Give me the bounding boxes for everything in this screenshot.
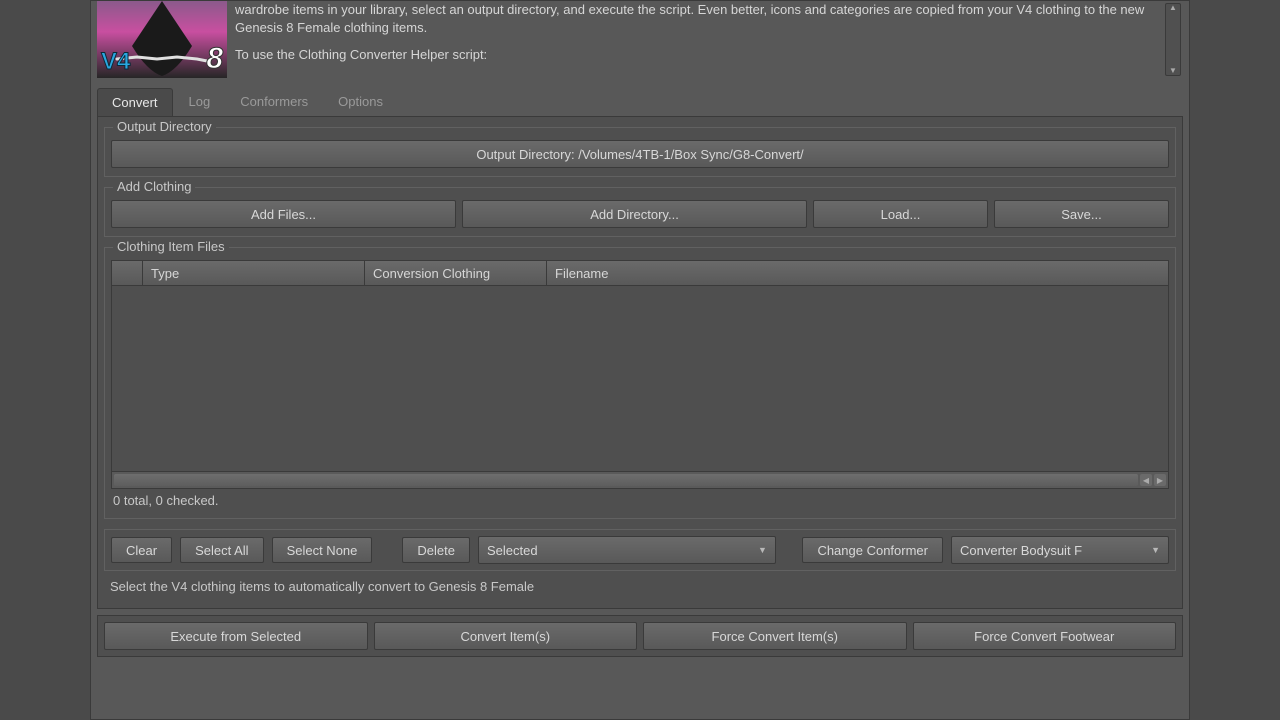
scrollbar-thumb[interactable] [114, 474, 1138, 486]
tab-log[interactable]: Log [175, 88, 225, 116]
description-line1: wardrobe items in your library, select a… [235, 1, 1155, 36]
thumb-label-v4: V4 [101, 48, 130, 76]
clear-button[interactable]: Clear [111, 537, 172, 563]
scroll-left-icon[interactable]: ◀ [1140, 474, 1152, 486]
scroll-up-icon[interactable]: ▲ [1166, 4, 1180, 12]
tab-convert[interactable]: Convert [97, 88, 173, 116]
column-conversion-clothing[interactable]: Conversion Clothing [365, 261, 547, 285]
conformer-value: Converter Bodysuit F [960, 543, 1082, 558]
clothing-files-legend: Clothing Item Files [113, 239, 229, 254]
force-convert-footwear-button[interactable]: Force Convert Footwear [913, 622, 1177, 650]
table-body[interactable] [112, 286, 1168, 471]
chevron-down-icon: ▼ [1151, 545, 1160, 555]
description-text: wardrobe items in your library, select a… [235, 1, 1165, 74]
force-convert-items-button[interactable]: Force Convert Item(s) [643, 622, 907, 650]
tab-conformers[interactable]: Conformers [226, 88, 322, 116]
delete-mode-dropdown[interactable]: Selected ▼ [478, 536, 776, 564]
change-conformer-button[interactable]: Change Conformer [802, 537, 943, 563]
scroll-down-icon[interactable]: ▼ [1166, 67, 1180, 75]
save-button[interactable]: Save... [994, 200, 1169, 228]
column-checkbox[interactable] [112, 261, 143, 285]
select-none-button[interactable]: Select None [272, 537, 373, 563]
add-files-button[interactable]: Add Files... [111, 200, 456, 228]
conformer-dropdown[interactable]: Converter Bodysuit F ▼ [951, 536, 1169, 564]
add-clothing-legend: Add Clothing [113, 179, 195, 194]
output-directory-button[interactable]: Output Directory: /Volumes/4TB-1/Box Syn… [111, 140, 1169, 168]
column-type[interactable]: Type [143, 261, 365, 285]
add-directory-button[interactable]: Add Directory... [462, 200, 807, 228]
delete-mode-value: Selected [487, 543, 538, 558]
bottom-toolbar: Execute from Selected Convert Item(s) Fo… [97, 615, 1183, 657]
load-button[interactable]: Load... [813, 200, 988, 228]
output-directory-legend: Output Directory [113, 119, 216, 134]
product-thumbnail: V4 8 [97, 1, 227, 78]
scroll-right-icon[interactable]: ▶ [1154, 474, 1166, 486]
selection-toolbar: Clear Select All Select None Delete Sele… [104, 529, 1176, 571]
add-clothing-group: Add Clothing Add Files... Add Directory.… [104, 187, 1176, 237]
horizontal-scrollbar[interactable]: ◀ ▶ [112, 471, 1168, 488]
output-directory-group: Output Directory Output Directory: /Volu… [104, 127, 1176, 177]
description-scrollbar[interactable]: ▲ ▼ [1165, 3, 1181, 76]
thumb-label-8: 8 [206, 42, 223, 76]
tab-options[interactable]: Options [324, 88, 397, 116]
description-line2: To use the Clothing Converter Helper scr… [235, 46, 1155, 64]
hint-text: Select the V4 clothing items to automati… [104, 577, 1176, 602]
clothing-files-table: Type Conversion Clothing Filename ◀ ▶ [111, 260, 1169, 489]
chevron-down-icon: ▼ [758, 545, 767, 555]
select-all-button[interactable]: Select All [180, 537, 263, 563]
execute-from-selected-button[interactable]: Execute from Selected [104, 622, 368, 650]
convert-panel: Output Directory Output Directory: /Volu… [97, 116, 1183, 609]
convert-items-button[interactable]: Convert Item(s) [374, 622, 638, 650]
delete-button[interactable]: Delete [402, 537, 470, 563]
status-text: 0 total, 0 checked. [111, 489, 1169, 510]
clothing-files-group: Clothing Item Files Type Conversion Clot… [104, 247, 1176, 519]
table-header: Type Conversion Clothing Filename [112, 261, 1168, 286]
column-filename[interactable]: Filename [547, 261, 1168, 285]
